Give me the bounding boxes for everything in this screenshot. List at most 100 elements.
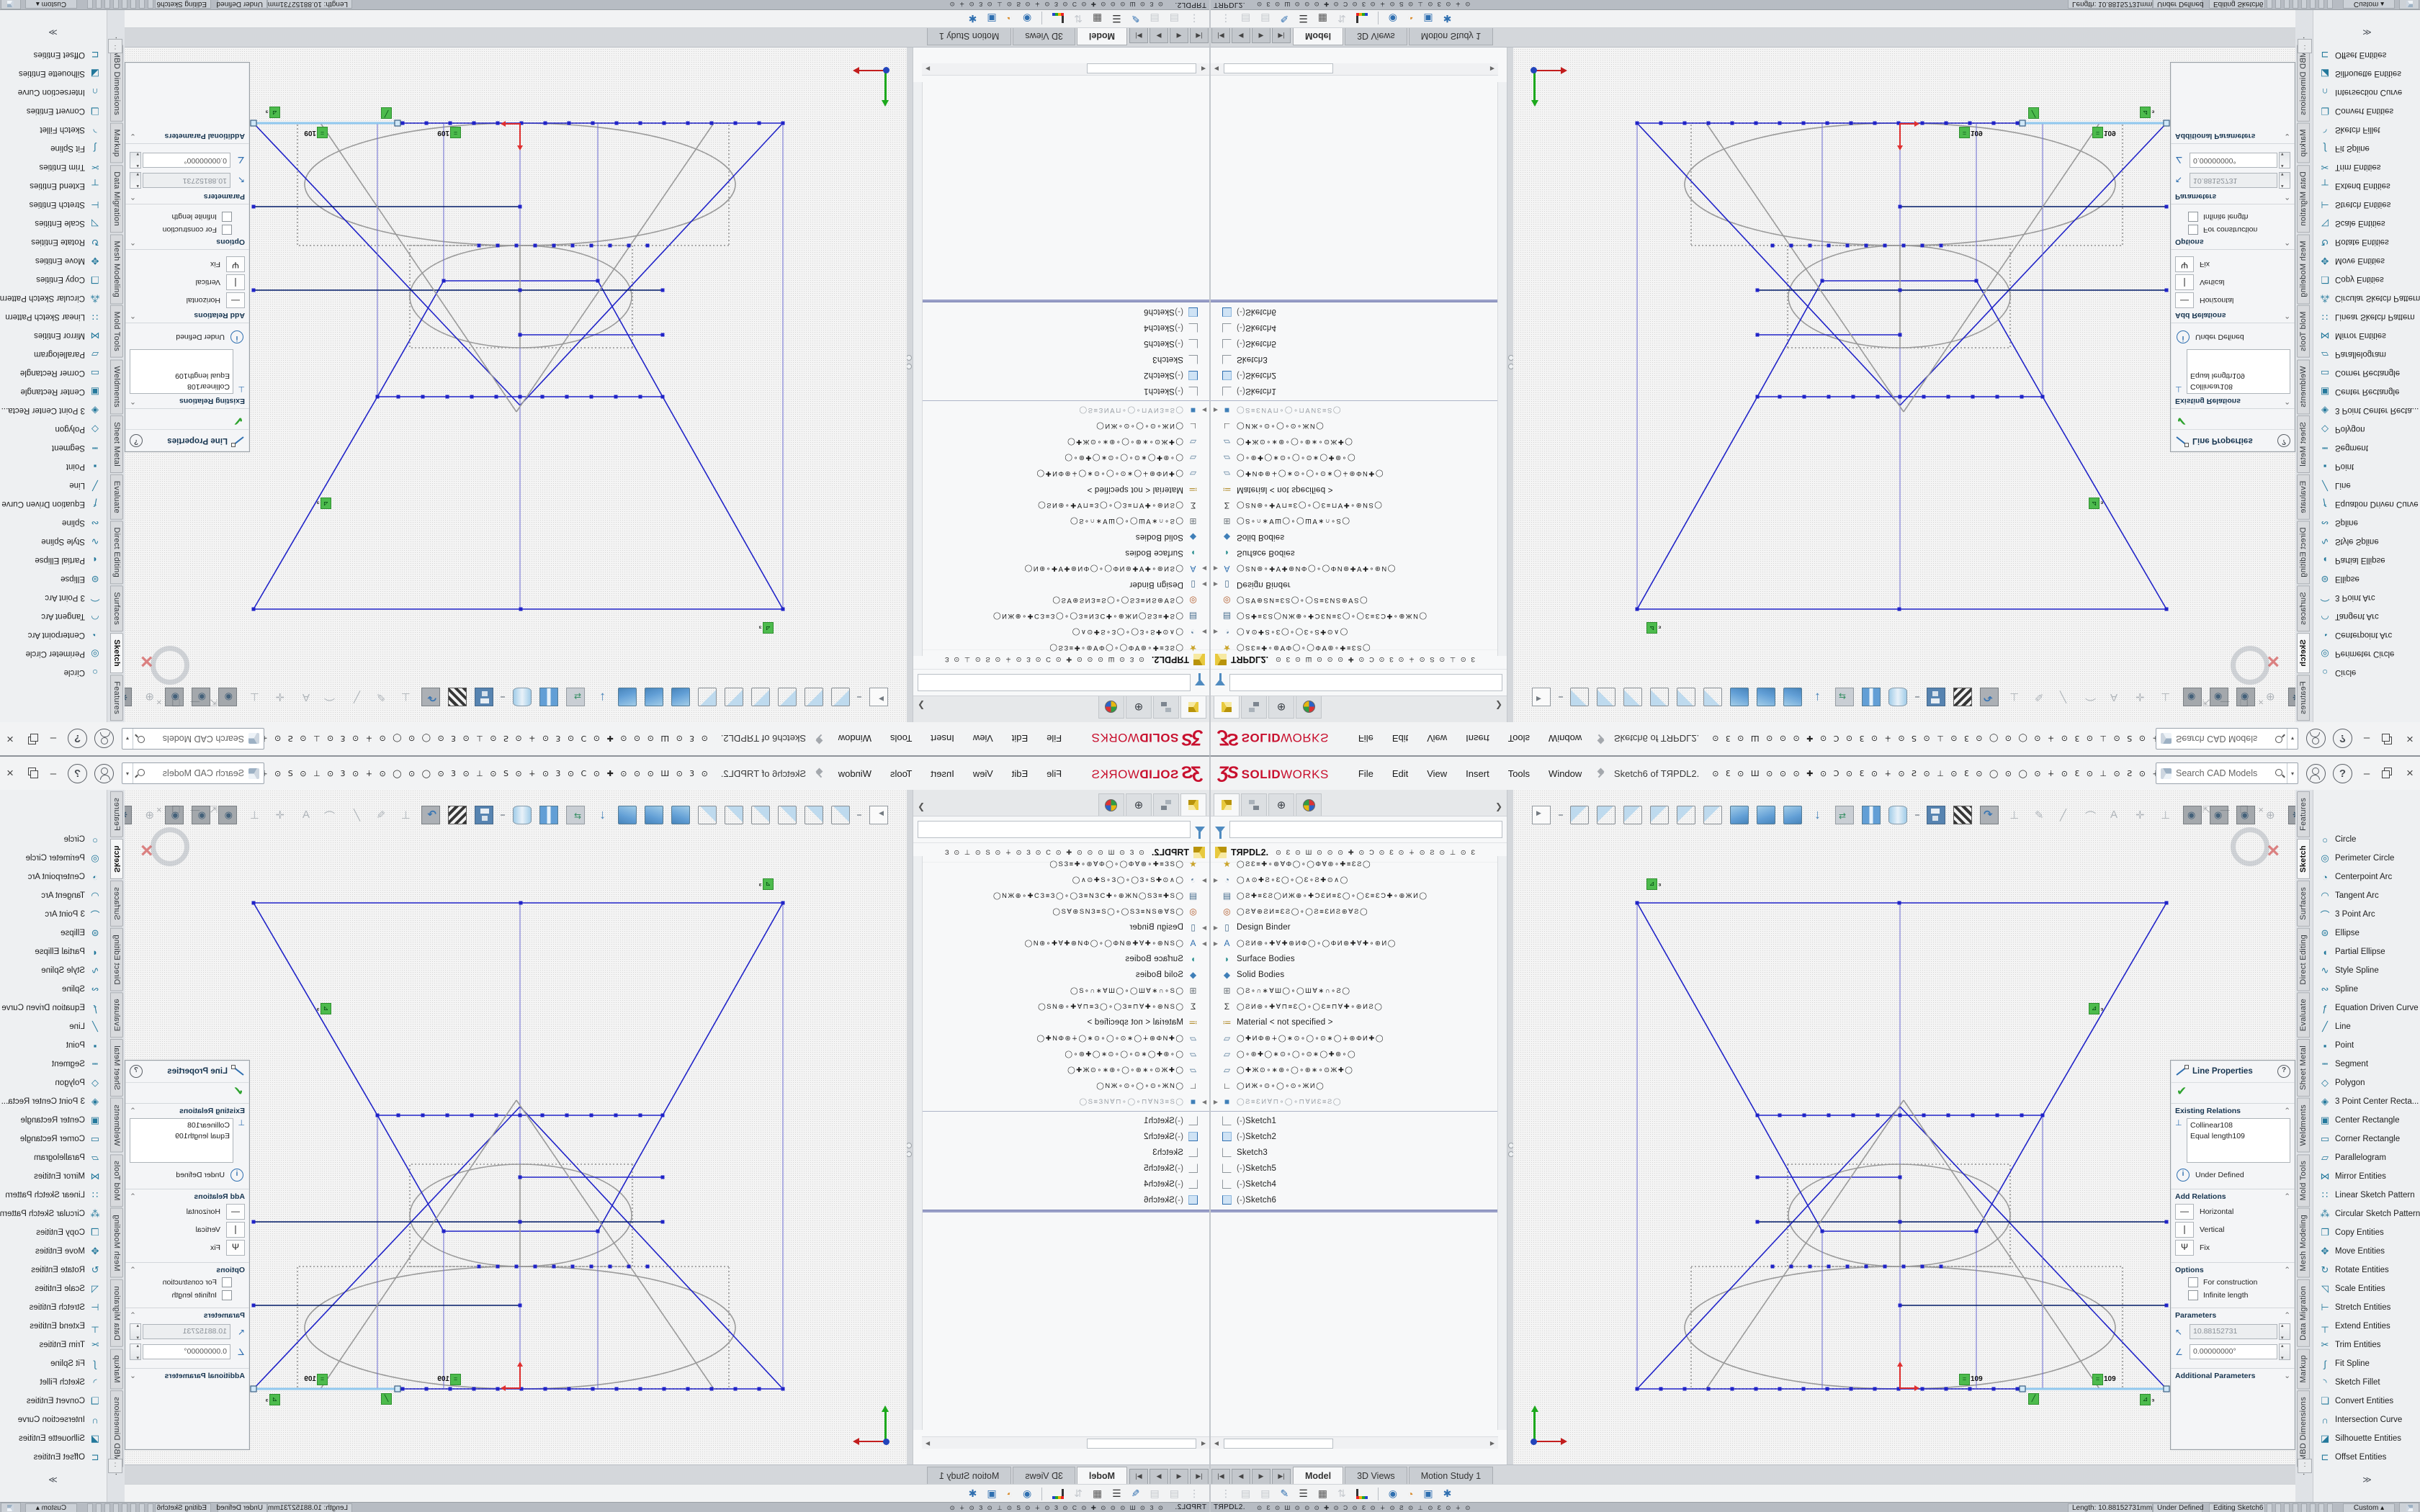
menu-insert[interactable]: Insert (1456, 764, 1499, 783)
tab-nav-button[interactable]: ▶| (1272, 27, 1291, 43)
palette-item-polygon[interactable]: ◇Polygon (2313, 420, 2420, 438)
tree-item[interactable]: ▶◔◯∧⊙✚Ƨ∘Ɛ◯∘◯Ɛ∘Ƨ✚⊙∧◯ (922, 872, 1209, 888)
splitter-handle[interactable] (906, 364, 912, 369)
add-relation-fix[interactable]: ΨFix (2175, 256, 2290, 272)
sketch-relation-badge[interactable]: ╱ (2028, 108, 2039, 119)
panel-tabs-overflow[interactable]: ❯ (1495, 801, 1502, 811)
spinner[interactable] (2279, 172, 2290, 189)
scroll-thumb[interactable] (1224, 63, 1333, 73)
tab-displaymanager[interactable] (1296, 696, 1322, 719)
commandmanager-tab-markup[interactable]: Markup (110, 1349, 123, 1389)
palette-item-trim-entities[interactable]: ✂Trim Entities (2313, 158, 2420, 176)
palette-item-equation-driven-curve[interactable]: ƒEquation Driven Curve (0, 999, 107, 1017)
palette-item-silhouette-entities[interactable]: ◪Silhouette Entities (0, 64, 107, 83)
spinner[interactable] (2279, 1323, 2290, 1340)
tree-item[interactable]: ▶■◯Ƨ≡ƐИ∀⊓∘◯∘⊓∀ИƐ≡Ƨ◯ (1211, 402, 1498, 418)
tab-nav-button[interactable]: ◀ (1170, 27, 1188, 43)
folder-icon[interactable]: ▣ (1423, 1488, 1433, 1500)
collapse-icon[interactable]: ⌃ (130, 397, 136, 405)
tab-nav-button[interactable]: |◀ (1211, 27, 1230, 43)
tree-horizontal-scrollbar[interactable]: ◀ ▶ (922, 1436, 1209, 1449)
lines-icon[interactable]: ☰ (1299, 1488, 1308, 1500)
tree-item[interactable]: ∟◯ИЖ∘⊙∘◯∘⊙∘ЖИ◯ (922, 418, 1209, 434)
clock-icon[interactable]: ◔ (1407, 1488, 1413, 1500)
palette-overflow-icon[interactable]: ≫ (2313, 1475, 2420, 1485)
rollback-bar[interactable] (922, 300, 1209, 302)
collapse-icon[interactable]: ⌃ (2284, 397, 2290, 405)
commandmanager-tab-weldments[interactable]: Weldments (2297, 1098, 2310, 1153)
option-infinite-length[interactable]: Infinite length (2188, 212, 2290, 222)
sketch-relation-badge[interactable]: =109 (2092, 127, 2116, 138)
menu-window[interactable]: Window (829, 729, 881, 749)
tab-nav-button[interactable]: ▶ (1252, 27, 1270, 43)
commandmanager-tab-mbd-dimensions[interactable]: MBD Dimensions (110, 45, 123, 122)
menu-tools[interactable]: Tools (881, 729, 921, 749)
menu-insert[interactable]: Insert (921, 729, 964, 749)
commandmanager-tab-evaluate[interactable]: Evaluate (2297, 474, 2310, 520)
expander-icon[interactable]: ▶ (1199, 582, 1209, 588)
tab-configurationmanager[interactable]: ⊕ (1268, 793, 1294, 816)
palette-item-tangent-arc[interactable]: ◠Tangent Arc (0, 607, 107, 626)
tree-filter-input[interactable] (1229, 821, 1502, 838)
tree-item[interactable]: ▤◯Ƨ✚≡ƐƧ◯ИЖ⊕∘✚ƆƐИ≡Ɛ◯∘◯Ɛ≡ƐƆ✚∘⊕ЖИ◯ (1211, 888, 1498, 904)
palette-item-style-spline[interactable]: ∿Style Spline (0, 961, 107, 980)
add-relation-vertical[interactable]: ❘Vertical (130, 1222, 245, 1238)
close-button[interactable]: × (2399, 766, 2420, 780)
relation-entry[interactable]: Collinear108 (133, 381, 230, 392)
scroll-right-icon[interactable]: ▶ (1487, 1440, 1498, 1446)
commandmanager-tab-weldments[interactable]: Weldments (110, 1098, 123, 1153)
checkbox[interactable] (2188, 1277, 2198, 1287)
palette-item-circular-sketch-pattern[interactable]: ⁂Circular Sketch Pattern (0, 1205, 107, 1223)
scroll-track[interactable] (933, 1439, 1198, 1447)
sketch-relation-badge[interactable]: ⊿₃ (2140, 1394, 2155, 1405)
tab-featuremanager[interactable] (1214, 696, 1240, 719)
panel-splitter[interactable] (907, 48, 913, 722)
sketch-relation-badge[interactable]: =109 (1959, 127, 1983, 138)
scroll-thumb[interactable] (1224, 1439, 1333, 1449)
parameter-input[interactable]: 10.88152731 (2190, 173, 2277, 188)
help-icon[interactable]: ? (2277, 434, 2290, 447)
palette-item-line[interactable]: ╱Line (0, 476, 107, 495)
palette-item-intersection-curve[interactable]: ∩Intersection Curve (0, 83, 107, 102)
tab-nav-button[interactable]: |◀ (1190, 27, 1209, 43)
palette-item-centerpoint-arc[interactable]: ◔Centerpoint Arc (0, 868, 107, 886)
pin-menu-icon[interactable] (816, 734, 823, 744)
commandmanager-tab-sheet-metal[interactable]: Sheet Metal (2297, 415, 2310, 473)
add-relation-horizontal[interactable]: —Horizontal (2175, 1204, 2290, 1220)
user-account-icon[interactable] (94, 764, 114, 783)
commandmanager-tab-data-migration[interactable]: Data Migration (2297, 1279, 2310, 1347)
commandmanager-tab-surfaces[interactable]: Surfaces (2297, 586, 2310, 632)
tree-item[interactable]: ▱◯∘⊛✚◯∗⊙∘◯∘⊙∗◯✚⊛∘◯ (922, 1046, 1209, 1062)
menu-file[interactable]: File (1349, 764, 1383, 783)
doc-tab-model[interactable]: Model (1293, 27, 1343, 45)
clock-icon[interactable]: ◔ (1007, 1488, 1013, 1500)
tree-vertical-scrollbar[interactable] (913, 856, 923, 1430)
tab-nav-button[interactable]: |◀ (1211, 1469, 1230, 1485)
tab-propertymanager[interactable] (1153, 793, 1179, 816)
palette-item-scale-entities[interactable]: ◹Scale Entities (2313, 214, 2420, 233)
relation-entry[interactable]: Collinear108 (2190, 1120, 2287, 1131)
sketch-relation-badge[interactable]: =109 (304, 1374, 328, 1385)
tree-item[interactable]: ◆Solid Bodies (1211, 529, 1498, 545)
palette-item-3-point-arc[interactable]: ⌒3 Point Arc (0, 588, 107, 607)
tab-propertymanager[interactable] (1241, 793, 1267, 816)
spinner[interactable] (2279, 152, 2290, 168)
palette-item-corner-rectangle[interactable]: ▭Corner Rectangle (2313, 1130, 2420, 1148)
scroll-left-icon[interactable]: ◀ (1211, 66, 1222, 73)
commandmanager-tab-mbd-dimensions[interactable]: MBD Dimensions (2297, 1390, 2310, 1467)
tree-item[interactable]: ⊞◯Ƨ∘∩∗∀Ш◯∘◯Ш∀∗∩∘Ƨ◯ (922, 513, 1209, 529)
palette-item-point[interactable]: ▪Point (0, 1036, 107, 1055)
palette-overflow-icon[interactable]: ≫ (2313, 27, 2420, 37)
checkbox[interactable] (222, 1277, 232, 1287)
tree-item[interactable]: ◆Solid Bodies (922, 529, 1209, 545)
palette-item-trim-entities[interactable]: ✂Trim Entities (2313, 1336, 2420, 1354)
commandmanager-tab-sketch[interactable]: Sketch (110, 839, 123, 879)
relations-listbox[interactable]: Collinear108Equal length109 (130, 349, 233, 394)
tab-propertymanager[interactable] (1241, 696, 1267, 719)
checkbox[interactable] (2188, 1290, 2198, 1300)
palette-item-segment[interactable]: ┅Segment (0, 1055, 107, 1074)
tree-item[interactable]: ▤◯Ƨ✚≡ƐƧ◯ИЖ⊕∘✚ƆƐИ≡Ɛ◯∘◯Ɛ≡ƐƆ✚∘⊕ЖИ◯ (922, 608, 1209, 624)
palette-item-style-spline[interactable]: ∿Style Spline (0, 532, 107, 551)
camera-icon[interactable]: ◉ (1023, 12, 1031, 24)
status-units[interactable]: Custom ▴ (2343, 0, 2395, 9)
